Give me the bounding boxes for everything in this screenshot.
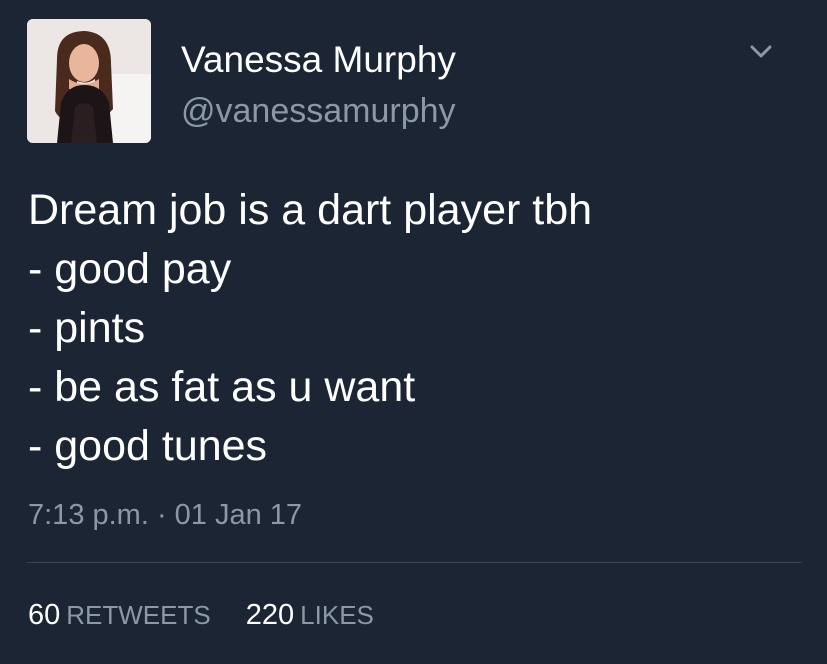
likes-count: 220 — [245, 599, 295, 631]
tweet-timestamp[interactable]: 7:13 p.m. · 01 Jan 17 — [28, 497, 302, 533]
likes-stat[interactable]: 220 LIKES — [246, 597, 374, 633]
chevron-down-icon[interactable] — [746, 38, 776, 66]
divider — [27, 562, 802, 563]
retweets-label: RETWEETS — [66, 600, 211, 630]
tweet-line: - good tunes — [28, 422, 268, 470]
user-handle[interactable]: @vanessamurphy — [181, 91, 456, 131]
tweet-card: Vanessa Murphy @vanessamurphy Dream job … — [0, 0, 827, 664]
profile-photo — [27, 19, 151, 143]
tweet-line: - good pay — [28, 245, 232, 293]
retweets-stat[interactable]: 60 RETWEETS — [28, 597, 211, 633]
tweet-stats: 60 RETWEETS 220 LIKES — [28, 597, 374, 633]
tweet-line: - be as fat as u want — [28, 363, 416, 411]
tweet-line: Dream job is a dart player tbh — [28, 186, 593, 234]
tweet-text: Dream job is a dart player tbh - good pa… — [28, 181, 808, 476]
avatar[interactable] — [27, 19, 151, 143]
likes-label: LIKES — [300, 600, 374, 630]
display-name[interactable]: Vanessa Murphy — [181, 38, 456, 82]
retweets-count: 60 — [28, 599, 61, 631]
tweet-line: - pints — [28, 304, 146, 352]
